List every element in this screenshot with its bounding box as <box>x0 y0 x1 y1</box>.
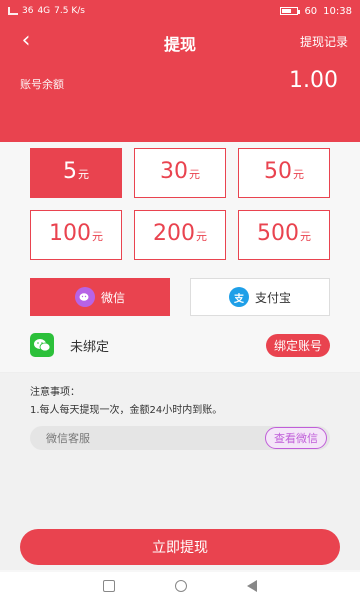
network-text: 4G <box>37 6 51 16</box>
amount-unit: 元 <box>189 168 200 181</box>
signal-icon <box>8 7 18 15</box>
amount-number: 30 <box>160 159 188 184</box>
customer-service-bar: 微信客服 查看微信 <box>30 426 330 450</box>
recent-apps-icon[interactable] <box>103 580 115 592</box>
signal-text: 36 <box>22 6 34 16</box>
service-label: 微信客服 <box>46 432 90 445</box>
amount-unit: 元 <box>78 168 89 181</box>
amount-number: 500 <box>257 221 299 246</box>
amount-grid: 5 元 30 元 50 元 100 元 200 元 500 元 <box>30 148 330 260</box>
pay-method-alipay[interactable]: 支 支付宝 <box>190 278 330 316</box>
pay-method-wechat[interactable]: 微信 <box>30 278 170 316</box>
back-triangle-icon[interactable] <box>247 580 257 592</box>
amount-number: 200 <box>153 221 195 246</box>
amount-number: 5 <box>63 159 77 184</box>
bind-account-row: 未绑定 绑定账号 <box>30 330 330 360</box>
amount-unit: 元 <box>300 230 311 243</box>
amount-unit: 元 <box>92 230 103 243</box>
pay-method-label: 支付宝 <box>254 290 291 305</box>
balance-label: 账号余额 <box>20 78 64 91</box>
pay-method-label: 微信 <box>100 290 125 305</box>
view-wechat-button[interactable]: 查看微信 <box>265 427 327 449</box>
amount-number: 50 <box>264 159 292 184</box>
notice-title: 注意事项： <box>30 387 80 398</box>
status-bar: 36 4G 7.5 K/s 60 10:38 <box>0 0 360 22</box>
withdraw-now-button[interactable]: 立即提现 <box>20 529 340 565</box>
amount-option-200[interactable]: 200 元 <box>134 210 226 260</box>
wechat-icon <box>30 333 54 357</box>
navbar: ‹ 提现 提现记录 <box>0 22 360 58</box>
amount-unit: 元 <box>196 230 207 243</box>
bind-account-button[interactable]: 绑定账号 <box>265 333 330 357</box>
battery-percentage: 60 <box>304 5 318 17</box>
amount-unit: 元 <box>293 168 304 181</box>
header: ‹ 提现 提现记录 账号余额 1.00 <box>0 22 360 142</box>
amount-option-5[interactable]: 5 元 <box>30 148 122 198</box>
amount-option-30[interactable]: 30 元 <box>134 148 226 198</box>
withdraw-history-link[interactable]: 提现记录 <box>300 33 348 50</box>
system-navbar <box>0 572 360 600</box>
battery-icon <box>280 7 301 15</box>
clock: 10:38 <box>323 5 352 17</box>
amount-option-50[interactable]: 50 元 <box>238 148 330 198</box>
notice-line: 1.每人每天提现一次，金额24小时内到账。 <box>30 405 223 416</box>
alipay-icon: 支 <box>228 287 249 307</box>
amount-number: 100 <box>49 221 91 246</box>
balance-value: 1.00 <box>289 68 338 93</box>
bind-status: 未绑定 <box>70 339 110 355</box>
amount-option-500[interactable]: 500 元 <box>238 210 330 260</box>
net-speed: 7.5 K/s <box>54 6 85 16</box>
wechat-icon <box>74 287 95 307</box>
amount-option-100[interactable]: 100 元 <box>30 210 122 260</box>
home-icon[interactable] <box>175 580 187 592</box>
